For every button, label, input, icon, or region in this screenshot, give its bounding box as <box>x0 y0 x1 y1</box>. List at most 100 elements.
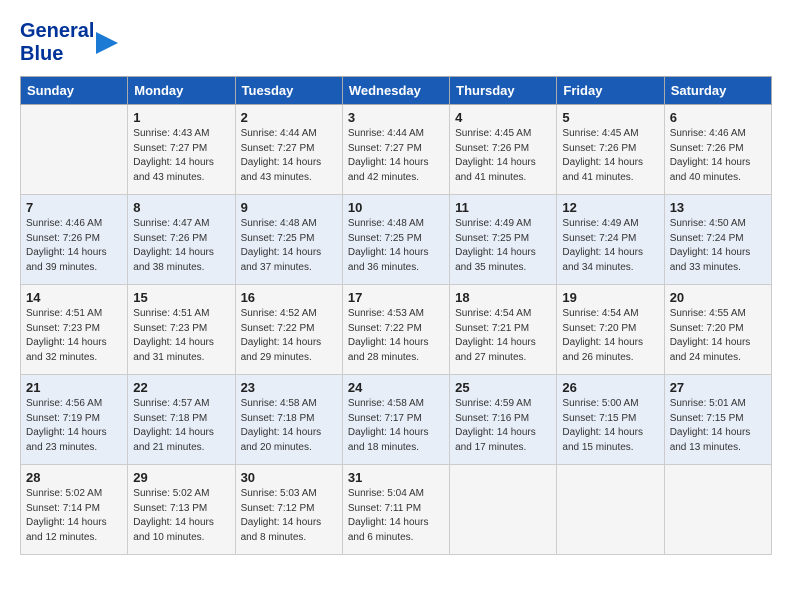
weekday-header: Thursday <box>450 77 557 105</box>
day-number: 24 <box>348 380 444 395</box>
calendar-table: SundayMondayTuesdayWednesdayThursdayFrid… <box>20 76 772 555</box>
day-info: Sunrise: 4:59 AM Sunset: 7:16 PM Dayligh… <box>455 397 551 455</box>
day-info: Sunrise: 4:52 AM Sunset: 7:22 PM Dayligh… <box>241 307 337 365</box>
day-number: 1 <box>133 110 229 125</box>
day-number: 21 <box>26 380 122 395</box>
calendar-cell: 29 Sunrise: 5:02 AM Sunset: 7:13 PM Dayli… <box>128 465 235 555</box>
calendar-cell: 27Sunrise: 5:01 AM Sunset: 7:15 PM Dayli… <box>664 375 771 465</box>
day-info: Sunrise: 5:03 AM Sunset: 7:12 PM Dayligh… <box>241 487 337 545</box>
day-number: 3 <box>348 110 444 125</box>
day-info: Sunrise: 4:45 AM Sunset: 7:26 PM Dayligh… <box>562 127 658 185</box>
day-info: Sunrise: 4:43 AM Sunset: 7:27 PM Dayligh… <box>133 127 229 185</box>
day-number: 17 <box>348 290 444 305</box>
day-number: 7 <box>26 200 122 215</box>
calendar-cell: 20 Sunrise: 4:55 AM Sunset: 7:20 PM Dayli… <box>664 285 771 375</box>
day-info: Sunrise: 4:58 AM Sunset: 7:18 PM Dayligh… <box>241 397 337 455</box>
calendar-week-row: 14 Sunrise: 4:51 AM Sunset: 7:23 PM Dayli… <box>21 285 772 375</box>
calendar-cell: 24 Sunrise: 4:58 AM Sunset: 7:17 PM Dayli… <box>342 375 449 465</box>
day-number: 10 <box>348 200 444 215</box>
day-info: Sunrise: 4:50 AM Sunset: 7:24 PM Dayligh… <box>670 217 766 275</box>
day-info: Sunrise: 4:44 AM Sunset: 7:27 PM Dayligh… <box>348 127 444 185</box>
weekday-header: Tuesday <box>235 77 342 105</box>
logo: GeneralBlue <box>20 20 118 66</box>
calendar-cell: 25 Sunrise: 4:59 AM Sunset: 7:16 PM Dayli… <box>450 375 557 465</box>
logo-text: GeneralBlue <box>20 20 94 66</box>
calendar-week-row: 28Sunrise: 5:02 AM Sunset: 7:14 PM Dayli… <box>21 465 772 555</box>
page-header: GeneralBlue <box>20 20 772 66</box>
calendar-cell: 14 Sunrise: 4:51 AM Sunset: 7:23 PM Dayli… <box>21 285 128 375</box>
calendar-cell <box>557 465 664 555</box>
logo-container: GeneralBlue <box>20 20 118 66</box>
day-number: 2 <box>241 110 337 125</box>
day-info: Sunrise: 4:54 AM Sunset: 7:21 PM Dayligh… <box>455 307 551 365</box>
day-number: 14 <box>26 290 122 305</box>
day-info: Sunrise: 4:49 AM Sunset: 7:24 PM Dayligh… <box>562 217 658 275</box>
calendar-cell: 21Sunrise: 4:56 AM Sunset: 7:19 PM Dayli… <box>21 375 128 465</box>
calendar-cell: 7 Sunrise: 4:46 AM Sunset: 7:26 PM Daylig… <box>21 195 128 285</box>
calendar-cell: 6 Sunrise: 4:46 AM Sunset: 7:26 PM Daylig… <box>664 105 771 195</box>
day-number: 30 <box>241 470 337 485</box>
day-number: 20 <box>670 290 766 305</box>
day-info: Sunrise: 5:02 AM Sunset: 7:13 PM Dayligh… <box>133 487 229 545</box>
calendar-cell: 23 Sunrise: 4:58 AM Sunset: 7:18 PM Dayli… <box>235 375 342 465</box>
day-info: Sunrise: 4:48 AM Sunset: 7:25 PM Dayligh… <box>348 217 444 275</box>
day-info: Sunrise: 4:51 AM Sunset: 7:23 PM Dayligh… <box>133 307 229 365</box>
day-info: Sunrise: 4:45 AM Sunset: 7:26 PM Dayligh… <box>455 127 551 185</box>
calendar-cell: 8Sunrise: 4:47 AM Sunset: 7:26 PM Daylig… <box>128 195 235 285</box>
calendar-cell: 17Sunrise: 4:53 AM Sunset: 7:22 PM Dayli… <box>342 285 449 375</box>
day-number: 4 <box>455 110 551 125</box>
calendar-cell: 11Sunrise: 4:49 AM Sunset: 7:25 PM Dayli… <box>450 195 557 285</box>
calendar-week-row: 1 Sunrise: 4:43 AM Sunset: 7:27 PM Daylig… <box>21 105 772 195</box>
calendar-cell: 12 Sunrise: 4:49 AM Sunset: 7:24 PM Dayli… <box>557 195 664 285</box>
day-number: 25 <box>455 380 551 395</box>
calendar-cell: 18 Sunrise: 4:54 AM Sunset: 7:21 PM Dayli… <box>450 285 557 375</box>
day-number: 16 <box>241 290 337 305</box>
calendar-cell: 19 Sunrise: 4:54 AM Sunset: 7:20 PM Dayli… <box>557 285 664 375</box>
day-info: Sunrise: 4:58 AM Sunset: 7:17 PM Dayligh… <box>348 397 444 455</box>
day-info: Sunrise: 4:46 AM Sunset: 7:26 PM Dayligh… <box>26 217 122 275</box>
day-number: 6 <box>670 110 766 125</box>
day-info: Sunrise: 5:04 AM Sunset: 7:11 PM Dayligh… <box>348 487 444 545</box>
day-number: 9 <box>241 200 337 215</box>
day-number: 8 <box>133 200 229 215</box>
day-number: 23 <box>241 380 337 395</box>
day-info: Sunrise: 4:57 AM Sunset: 7:18 PM Dayligh… <box>133 397 229 455</box>
calendar-cell <box>21 105 128 195</box>
day-number: 15 <box>133 290 229 305</box>
day-info: Sunrise: 4:46 AM Sunset: 7:26 PM Dayligh… <box>670 127 766 185</box>
calendar-cell: 4 Sunrise: 4:45 AM Sunset: 7:26 PM Daylig… <box>450 105 557 195</box>
calendar-cell: 13 Sunrise: 4:50 AM Sunset: 7:24 PM Dayli… <box>664 195 771 285</box>
calendar-cell: 2Sunrise: 4:44 AM Sunset: 7:27 PM Daylig… <box>235 105 342 195</box>
calendar-cell: 15 Sunrise: 4:51 AM Sunset: 7:23 PM Dayli… <box>128 285 235 375</box>
day-info: Sunrise: 4:48 AM Sunset: 7:25 PM Dayligh… <box>241 217 337 275</box>
day-number: 28 <box>26 470 122 485</box>
calendar-cell <box>664 465 771 555</box>
day-number: 18 <box>455 290 551 305</box>
calendar-cell: 26Sunrise: 5:00 AM Sunset: 7:15 PM Dayli… <box>557 375 664 465</box>
day-info: Sunrise: 4:49 AM Sunset: 7:25 PM Dayligh… <box>455 217 551 275</box>
calendar-cell: 28Sunrise: 5:02 AM Sunset: 7:14 PM Dayli… <box>21 465 128 555</box>
day-number: 19 <box>562 290 658 305</box>
logo-triangle-icon <box>96 32 118 54</box>
day-info: Sunrise: 5:01 AM Sunset: 7:15 PM Dayligh… <box>670 397 766 455</box>
calendar-cell: 5 Sunrise: 4:45 AM Sunset: 7:26 PM Daylig… <box>557 105 664 195</box>
day-number: 22 <box>133 380 229 395</box>
calendar-cell: 30 Sunrise: 5:03 AM Sunset: 7:12 PM Dayli… <box>235 465 342 555</box>
day-number: 13 <box>670 200 766 215</box>
day-info: Sunrise: 4:51 AM Sunset: 7:23 PM Dayligh… <box>26 307 122 365</box>
day-info: Sunrise: 4:55 AM Sunset: 7:20 PM Dayligh… <box>670 307 766 365</box>
weekday-header: Wednesday <box>342 77 449 105</box>
calendar-cell: 22 Sunrise: 4:57 AM Sunset: 7:18 PM Dayli… <box>128 375 235 465</box>
day-info: Sunrise: 4:54 AM Sunset: 7:20 PM Dayligh… <box>562 307 658 365</box>
calendar-cell: 31Sunrise: 5:04 AM Sunset: 7:11 PM Dayli… <box>342 465 449 555</box>
day-number: 5 <box>562 110 658 125</box>
calendar-cell: 3 Sunrise: 4:44 AM Sunset: 7:27 PM Daylig… <box>342 105 449 195</box>
day-info: Sunrise: 5:00 AM Sunset: 7:15 PM Dayligh… <box>562 397 658 455</box>
calendar-week-row: 21Sunrise: 4:56 AM Sunset: 7:19 PM Dayli… <box>21 375 772 465</box>
day-number: 29 <box>133 470 229 485</box>
calendar-cell: 10 Sunrise: 4:48 AM Sunset: 7:25 PM Dayli… <box>342 195 449 285</box>
day-number: 12 <box>562 200 658 215</box>
weekday-header: Saturday <box>664 77 771 105</box>
weekday-header: Monday <box>128 77 235 105</box>
weekday-header: Sunday <box>21 77 128 105</box>
